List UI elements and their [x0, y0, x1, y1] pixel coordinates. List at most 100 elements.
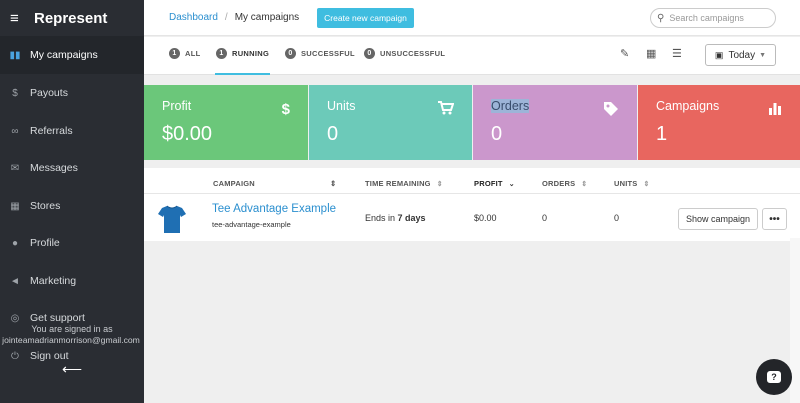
sidebar-item-label: Messages [30, 162, 78, 174]
dollar-icon: $ [281, 101, 290, 118]
filter-count: 0 [285, 48, 296, 59]
create-campaign-button[interactable]: Create new campaign [317, 7, 414, 28]
filter-tab-successful[interactable]: 0 SUCCESSFUL [285, 48, 355, 75]
stat-card-units[interactable]: Units 0 [309, 85, 472, 160]
chat-bubble-icon: ? [767, 371, 781, 383]
selected-text: Orders [491, 99, 530, 113]
column-header-profit[interactable]: PROFIT ⌄ [474, 179, 515, 188]
more-options-button[interactable]: ••• [762, 208, 787, 230]
collapse-arrow-icon[interactable]: ⟵ [62, 361, 82, 378]
sort-icon[interactable]: ⇕ [330, 179, 336, 188]
cart-icon [438, 101, 455, 119]
date-range-dropdown[interactable]: ▣ Today ▼ [705, 44, 776, 66]
date-range-label: Today [728, 49, 756, 61]
brand-name: Represent [34, 9, 108, 27]
stat-title: Profit [162, 99, 192, 113]
breadcrumb-current: My campaigns [234, 12, 300, 23]
header-label: ORDERS [542, 179, 576, 188]
tshirt-thumbnail[interactable] [158, 204, 186, 239]
filter-bar: 1 ALL 1 RUNNING 0 SUCCESSFUL 0 UNSUCCESS… [144, 37, 800, 75]
paperclip-icon[interactable]: ✎ [620, 47, 629, 60]
column-header-time-remaining[interactable]: TIME REMAINING ⇕ [365, 179, 443, 188]
power-icon: ⏻ [11, 350, 19, 362]
stat-value: 1 [656, 123, 668, 145]
sort-desc-icon: ⌄ [508, 181, 515, 188]
filter-label: UNSUCCESSFUL [380, 49, 446, 58]
header-label: CAMPAIGN [213, 179, 255, 188]
support-chat-button[interactable]: ? [756, 359, 792, 395]
header-divider [144, 193, 800, 194]
filter-tab-running[interactable]: 1 RUNNING [215, 48, 271, 75]
envelope-icon: ✉ [10, 162, 20, 174]
dollar-icon: $ [12, 87, 18, 99]
column-header-campaign[interactable]: CAMPAIGN [213, 179, 255, 188]
stat-card-campaigns[interactable]: Campaigns 1 [638, 85, 800, 160]
sidebar-item-label: My campaigns [30, 49, 98, 61]
time-remaining-value: 7 days [397, 213, 426, 223]
campaign-slug: tee-advantage-example [212, 220, 291, 229]
sidebar-item-payouts[interactable]: $ Payouts [0, 74, 144, 112]
sidebar-item-label: Stores [30, 200, 61, 212]
sidebar-item-label: Marketing [30, 275, 77, 287]
represent-logo-icon: ≡ [10, 9, 19, 27]
top-bar: Dashboard / My campaigns Create new camp… [144, 0, 800, 36]
lifebuoy-icon: ◎ [10, 312, 20, 324]
profit-cell: $0.00 [474, 213, 497, 223]
brand-logo[interactable]: ≡ Represent [0, 0, 144, 36]
filter-label: RUNNING [232, 49, 270, 58]
calendar-icon: ▣ [714, 49, 724, 60]
sidebar-item-marketing[interactable]: ◄ Marketing [0, 262, 144, 300]
time-remaining-prefix: Ends in [365, 213, 398, 223]
user-icon: ● [11, 237, 19, 249]
sort-icon: ⇕ [581, 181, 588, 188]
search-box[interactable]: ⚲ [650, 8, 776, 28]
search-input[interactable] [669, 13, 765, 23]
header-label: UNITS [614, 179, 638, 188]
sort-icon: ⇕ [436, 181, 443, 188]
units-cell: 0 [614, 213, 620, 223]
filter-label: ALL [185, 49, 201, 58]
filter-count: 0 [364, 48, 375, 59]
stat-value: 0 [491, 123, 503, 145]
bar-chart-icon: ▮▮ [9, 49, 21, 61]
sidebar-item-label: Payouts [30, 87, 68, 99]
breadcrumb-dashboard[interactable]: Dashboard [169, 12, 218, 23]
column-header-units[interactable]: UNITS ⇕ [614, 179, 650, 188]
header-label: PROFIT [474, 179, 503, 188]
sidebar-item-stores[interactable]: ▦ Stores [0, 187, 144, 225]
link-icon: ∞ [11, 125, 19, 137]
list-view-icon[interactable]: ☰ [672, 47, 682, 60]
sort-icon: ⇕ [643, 181, 650, 188]
stat-card-orders[interactable]: Orders 0 [473, 85, 637, 160]
stat-value: $0.00 [162, 123, 213, 145]
filter-count: 1 [216, 48, 227, 59]
sidebar: ≡ Represent ▮▮ My campaigns $ Payouts ∞ … [0, 0, 144, 403]
breadcrumb-separator: / [224, 12, 228, 23]
sidebar-item-referrals[interactable]: ∞ Referrals [0, 112, 144, 150]
grid-view-icon[interactable]: ▦ [646, 47, 656, 60]
stat-title: Orders [491, 99, 530, 113]
bar-chart-icon [768, 101, 782, 119]
stat-value: 0 [327, 123, 339, 145]
stat-title: Units [327, 99, 356, 113]
orders-cell: 0 [542, 213, 548, 223]
show-campaign-button[interactable]: Show campaign [678, 208, 758, 230]
filter-tab-unsuccessful[interactable]: 0 UNSUCCESSFUL [364, 48, 446, 75]
stat-title: Campaigns [656, 99, 720, 113]
campaigns-table: CAMPAIGN ⇕ TIME REMAINING ⇕ PROFIT ⌄ ORDER… [144, 168, 800, 241]
sidebar-item-my-campaigns[interactable]: ▮▮ My campaigns [0, 36, 144, 74]
signed-in-label: You are signed in as [31, 324, 113, 334]
header-label: TIME REMAINING [365, 179, 431, 188]
campaign-name-link[interactable]: Tee Advantage Example [212, 203, 336, 215]
search-icon: ⚲ [657, 12, 665, 24]
grid-icon: ▦ [10, 200, 20, 212]
time-remaining-cell: Ends in 7 days [365, 213, 426, 223]
stat-card-profit[interactable]: Profit $0.00 $ [144, 85, 308, 160]
sidebar-item-label: Profile [30, 237, 60, 249]
sidebar-item-profile[interactable]: ● Profile [0, 224, 144, 262]
tag-icon [603, 101, 619, 121]
column-header-orders[interactable]: ORDERS ⇕ [542, 179, 587, 188]
sidebar-item-messages[interactable]: ✉ Messages [0, 149, 144, 187]
filter-tab-all[interactable]: 1 ALL [169, 48, 201, 75]
sidebar-item-label: Referrals [30, 125, 73, 137]
